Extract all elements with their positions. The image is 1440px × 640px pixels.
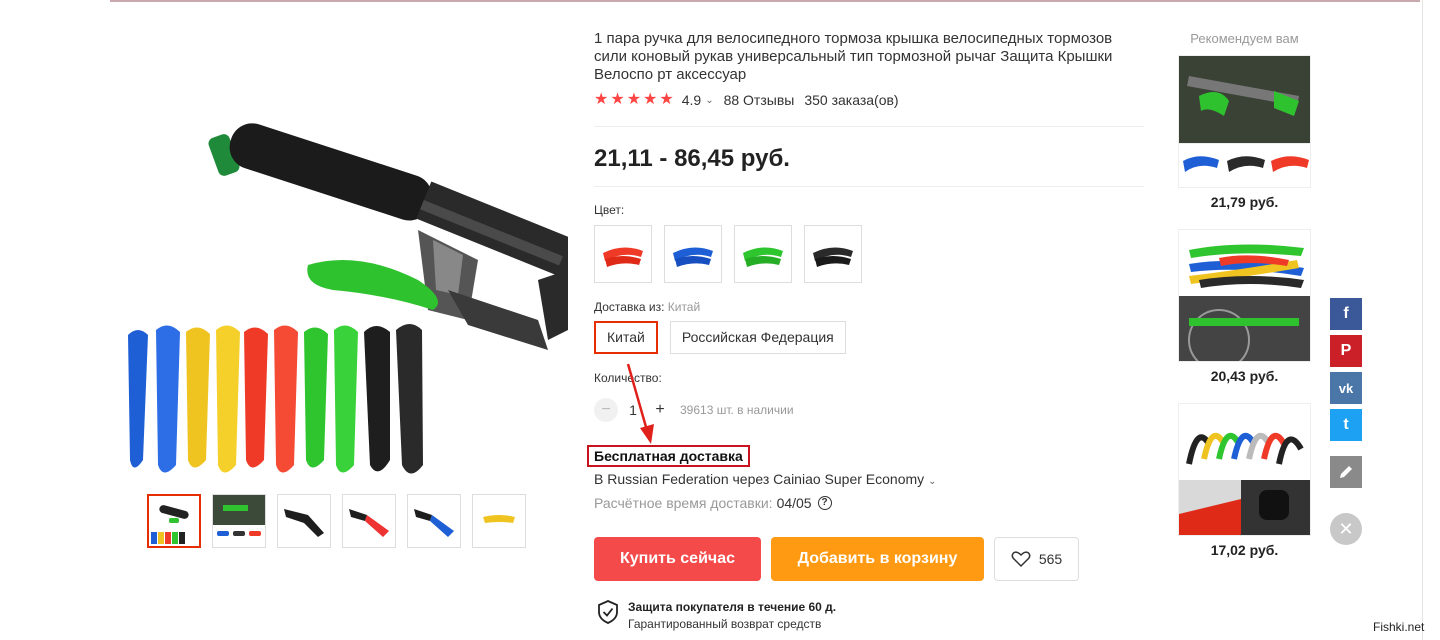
stock-text: 39613 шт. в наличии (680, 403, 794, 417)
recommend-price: 20,43 руб. (1210, 368, 1279, 384)
rating-value[interactable]: 4.9 (682, 92, 701, 108)
protection-title: Защита покупателя в течение 60 д. (628, 600, 837, 614)
recommend-price: 17,02 руб. (1210, 542, 1279, 558)
ship-from-china[interactable]: Китай (594, 321, 658, 354)
main-product-image[interactable] (118, 120, 580, 480)
ship-from-russia[interactable]: Российская Федерация (669, 321, 846, 354)
delivery-eta: Расчётное время доставки: 04/05 ? (594, 495, 832, 511)
top-divider (110, 0, 1420, 2)
star-icon: ★ (594, 91, 609, 108)
shipping-from-selected: Китай (667, 300, 701, 314)
chevron-down-icon[interactable]: ⌄ (705, 95, 713, 106)
buy-now-button[interactable]: Купить сейчас (594, 537, 761, 581)
color-swatch-green[interactable] (734, 225, 792, 283)
recommend-image[interactable] (1178, 229, 1311, 362)
product-price: 21,11 - 86,45 руб. (594, 145, 790, 172)
star-icon: ★ (643, 91, 658, 108)
rating-row: ★ ★ ★ ★ ★ 4.9 ⌄ 88 Отзывы 350 заказа(ов) (594, 92, 899, 109)
brake-covers-illustration (128, 324, 423, 474)
watermark: Fishki.net (1373, 620, 1425, 634)
buyer-protection: Защита покупателя в течение 60 д. Гарант… (598, 600, 836, 631)
wishlist-button[interactable]: 565 (994, 537, 1079, 581)
vk-share-icon[interactable]: vk (1330, 372, 1362, 404)
protection-subtitle: Гарантированный возврат средств (628, 617, 822, 631)
eta-label: Расчётное время доставки: (594, 495, 773, 511)
divider (594, 186, 1144, 187)
star-icon: ★ (626, 91, 642, 108)
recommend-item[interactable]: 21,79 руб. (1178, 55, 1311, 210)
color-swatch-blue[interactable] (664, 225, 722, 283)
add-to-cart-button[interactable]: Добавить в корзину (771, 537, 984, 581)
page-right-border (1422, 0, 1423, 640)
thumbnail-3[interactable] (277, 494, 331, 548)
product-title: 1 пара ручка для велосипедного тормоза к… (594, 30, 1113, 83)
thumbnail-6[interactable] (472, 494, 526, 548)
help-icon[interactable]: ? (817, 496, 832, 510)
rating-stars: ★ ★ ★ ★ ★ (594, 92, 674, 108)
recommend-title: Рекомендуем вам (1190, 31, 1299, 46)
shipping-method-text[interactable]: В Russian Federation через Cainiao Super… (594, 471, 924, 487)
eta-date: 04/05 (776, 495, 812, 511)
reviews-link[interactable]: 88 Отзывы (724, 92, 795, 108)
color-label: Цвет: (594, 203, 625, 217)
edit-icon[interactable] (1330, 456, 1362, 488)
wishlist-count: 565 (1038, 551, 1063, 567)
thumbnail-1[interactable] (147, 494, 201, 548)
bike-handlebar-illustration (208, 123, 580, 350)
thumbnail-4[interactable] (342, 494, 396, 548)
shield-check-icon (598, 600, 618, 624)
pinterest-share-icon[interactable]: P (1330, 335, 1362, 367)
shipping-from-options: Китай Российская Федерация (594, 321, 846, 354)
recommend-item[interactable]: 17,02 руб. (1178, 403, 1311, 558)
recommend-price: 21,79 руб. (1210, 194, 1279, 210)
free-shipping-label: Бесплатная доставка (587, 445, 750, 467)
facebook-share-icon[interactable]: f (1330, 298, 1362, 330)
color-swatches (594, 225, 862, 283)
star-icon: ★ (610, 91, 625, 108)
color-swatch-red[interactable] (594, 225, 652, 283)
orders-count: 350 заказа(ов) (804, 92, 899, 108)
divider (594, 126, 1144, 127)
twitter-share-icon[interactable]: t (1330, 409, 1362, 441)
thumbnail-2[interactable] (212, 494, 266, 548)
shipping-method[interactable]: В Russian Federation через Cainiao Super… (594, 471, 937, 487)
color-swatch-black[interactable] (804, 225, 862, 283)
close-icon[interactable]: ✕ (1330, 513, 1362, 545)
shipping-from-label-text: Доставка из: (594, 300, 665, 314)
annotation-arrow (626, 363, 654, 444)
thumbnail-strip (147, 494, 526, 548)
chevron-down-icon[interactable]: ⌄ (928, 476, 936, 487)
thumbnail-5[interactable] (407, 494, 461, 548)
recommend-item[interactable]: 20,43 руб. (1178, 229, 1311, 384)
quantity-minus-button[interactable]: − (594, 398, 618, 422)
heart-icon (1011, 551, 1031, 568)
shipping-from-label: Доставка из: Китай (594, 300, 700, 314)
recommend-image[interactable] (1178, 55, 1311, 188)
recommend-image[interactable] (1178, 403, 1311, 536)
star-icon: ★ (659, 91, 674, 108)
